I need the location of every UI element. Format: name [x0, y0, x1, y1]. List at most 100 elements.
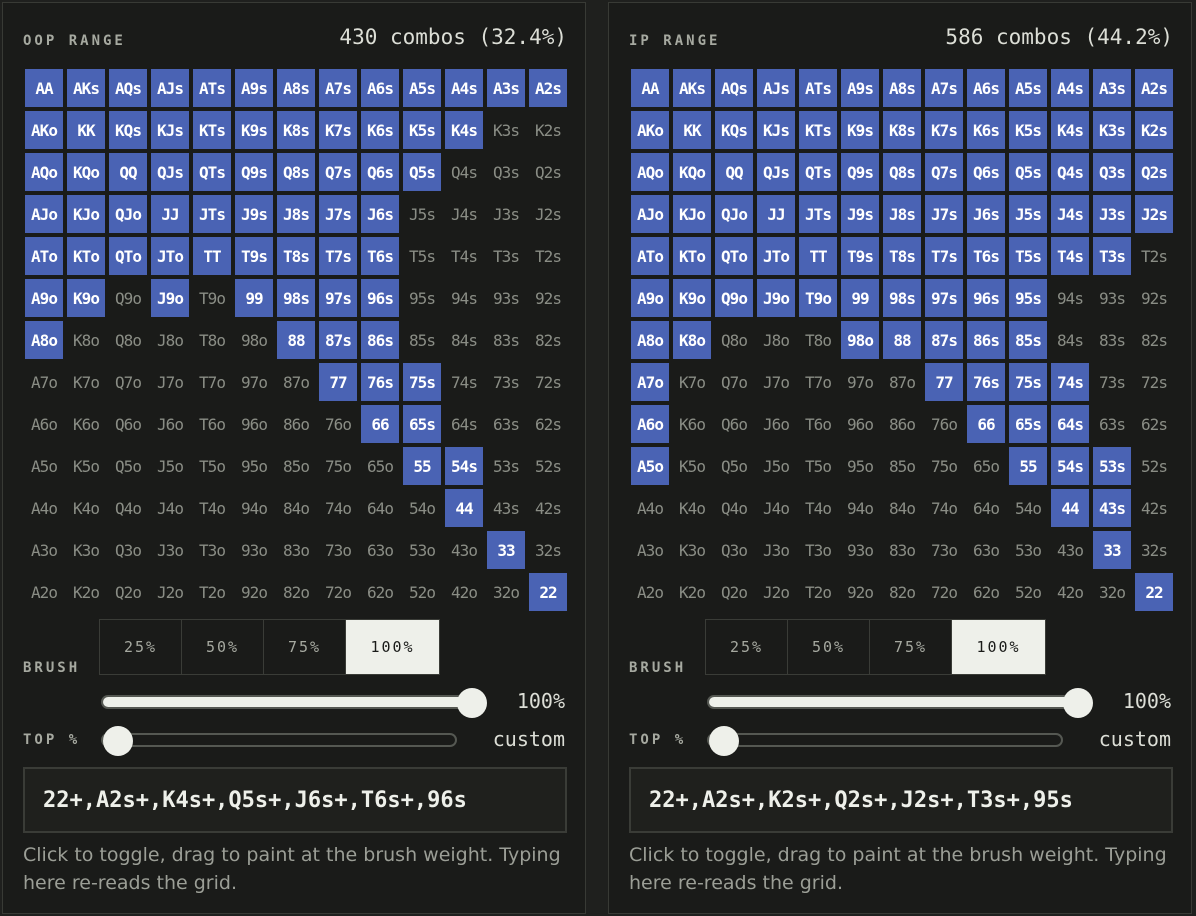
hand-cell-qts[interactable]: QTs: [193, 153, 231, 191]
hand-cell-73s[interactable]: 73s: [487, 363, 525, 401]
hand-cell-98s[interactable]: 98s: [277, 279, 315, 317]
hand-cell-92s[interactable]: 92s: [529, 279, 567, 317]
hand-cell-32s[interactable]: 32s: [529, 531, 567, 569]
hand-cell-a9o[interactable]: A9o: [631, 279, 669, 317]
hand-cell-52s[interactable]: 52s: [1135, 447, 1173, 485]
hand-cell-qts[interactable]: QTs: [799, 153, 837, 191]
hand-cell-kqo[interactable]: KQo: [673, 153, 711, 191]
hand-cell-95o[interactable]: 95o: [235, 447, 273, 485]
hand-cell-52s[interactable]: 52s: [529, 447, 567, 485]
hand-cell-83s[interactable]: 83s: [1093, 321, 1131, 359]
hand-cell-84o[interactable]: 84o: [277, 489, 315, 527]
hand-cell-jts[interactable]: JTs: [799, 195, 837, 233]
hand-cell-76s[interactable]: 76s: [967, 363, 1005, 401]
hand-cell-kqs[interactable]: KQs: [109, 111, 147, 149]
hand-cell-55[interactable]: 55: [403, 447, 441, 485]
hand-cell-t9o[interactable]: T9o: [193, 279, 231, 317]
hand-cell-qto[interactable]: QTo: [109, 237, 147, 275]
hand-cell-a9s[interactable]: A9s: [841, 69, 879, 107]
hand-cell-83s[interactable]: 83s: [487, 321, 525, 359]
hand-cell-kjs[interactable]: KJs: [151, 111, 189, 149]
hand-cell-kto[interactable]: KTo: [673, 237, 711, 275]
hand-cell-44[interactable]: 44: [1051, 489, 1089, 527]
brush-25-button[interactable]: 25%: [100, 620, 182, 674]
hand-cell-43o[interactable]: 43o: [1051, 531, 1089, 569]
hand-cell-a4s[interactable]: A4s: [445, 69, 483, 107]
hand-cell-j9o[interactable]: J9o: [151, 279, 189, 317]
hand-cell-t7s[interactable]: T7s: [925, 237, 963, 275]
hand-cell-a6s[interactable]: A6s: [361, 69, 399, 107]
hand-cell-aqs[interactable]: AQs: [715, 69, 753, 107]
hand-cell-t5o[interactable]: T5o: [193, 447, 231, 485]
hand-cell-32o[interactable]: 32o: [1093, 573, 1131, 611]
hand-cell-42o[interactable]: 42o: [1051, 573, 1089, 611]
hand-cell-a3s[interactable]: A3s: [487, 69, 525, 107]
hand-cell-aqs[interactable]: AQs: [109, 69, 147, 107]
hand-cell-22[interactable]: 22: [1135, 573, 1173, 611]
hand-cell-a7o[interactable]: A7o: [631, 363, 669, 401]
hand-cell-75s[interactable]: 75s: [1009, 363, 1047, 401]
hand-cell-q9o[interactable]: Q9o: [109, 279, 147, 317]
top-percent-slider[interactable]: [101, 726, 457, 756]
hand-cell-84s[interactable]: 84s: [1051, 321, 1089, 359]
hand-cell-t4o[interactable]: T4o: [193, 489, 231, 527]
hand-cell-a3o[interactable]: A3o: [631, 531, 669, 569]
hand-cell-94s[interactable]: 94s: [445, 279, 483, 317]
hand-cell-j6s[interactable]: J6s: [967, 195, 1005, 233]
hand-cell-kjo[interactable]: KJo: [67, 195, 105, 233]
hand-cell-33[interactable]: 33: [487, 531, 525, 569]
hand-cell-92o[interactable]: 92o: [235, 573, 273, 611]
hand-cell-q7o[interactable]: Q7o: [109, 363, 147, 401]
hand-cell-66[interactable]: 66: [361, 405, 399, 443]
hand-cell-62s[interactable]: 62s: [529, 405, 567, 443]
hand-cell-k7s[interactable]: K7s: [925, 111, 963, 149]
hand-cell-j6o[interactable]: J6o: [151, 405, 189, 443]
hand-cell-t3s[interactable]: T3s: [487, 237, 525, 275]
hand-cell-q6o[interactable]: Q6o: [109, 405, 147, 443]
hand-cell-75o[interactable]: 75o: [319, 447, 357, 485]
hand-cell-j6o[interactable]: J6o: [757, 405, 795, 443]
hand-cell-t2o[interactable]: T2o: [799, 573, 837, 611]
hand-cell-64s[interactable]: 64s: [1051, 405, 1089, 443]
hand-cell-a5s[interactable]: A5s: [1009, 69, 1047, 107]
hand-cell-j2o[interactable]: J2o: [757, 573, 795, 611]
hand-cell-73o[interactable]: 73o: [319, 531, 357, 569]
hand-cell-k9o[interactable]: K9o: [673, 279, 711, 317]
hand-cell-t5s[interactable]: T5s: [1009, 237, 1047, 275]
brush-75-button[interactable]: 75%: [870, 620, 952, 674]
hand-cell-72s[interactable]: 72s: [1135, 363, 1173, 401]
hand-cell-62o[interactable]: 62o: [967, 573, 1005, 611]
hand-cell-j5o[interactable]: J5o: [757, 447, 795, 485]
hand-cell-a9s[interactable]: A9s: [235, 69, 273, 107]
hand-cell-ato[interactable]: ATo: [631, 237, 669, 275]
hand-cell-t3o[interactable]: T3o: [193, 531, 231, 569]
hand-cell-kqo[interactable]: KQo: [67, 153, 105, 191]
hand-cell-a9o[interactable]: A9o: [25, 279, 63, 317]
hand-cell-95o[interactable]: 95o: [841, 447, 879, 485]
hand-cell-76s[interactable]: 76s: [361, 363, 399, 401]
hand-cell-87s[interactable]: 87s: [925, 321, 963, 359]
hand-cell-t9s[interactable]: T9s: [841, 237, 879, 275]
hand-cell-a4o[interactable]: A4o: [25, 489, 63, 527]
hand-cell-t7o[interactable]: T7o: [799, 363, 837, 401]
top-percent-slider[interactable]: [707, 726, 1063, 756]
hand-cell-a7o[interactable]: A7o: [25, 363, 63, 401]
hand-cell-q8s[interactable]: Q8s: [883, 153, 921, 191]
hand-cell-97o[interactable]: 97o: [841, 363, 879, 401]
hand-cell-t7o[interactable]: T7o: [193, 363, 231, 401]
hand-cell-j5o[interactable]: J5o: [151, 447, 189, 485]
hand-cell-k3s[interactable]: K3s: [1093, 111, 1131, 149]
hand-cell-33[interactable]: 33: [1093, 531, 1131, 569]
hand-cell-j3o[interactable]: J3o: [151, 531, 189, 569]
hand-cell-k4o[interactable]: K4o: [673, 489, 711, 527]
hand-cell-84s[interactable]: 84s: [445, 321, 483, 359]
hand-cell-k4s[interactable]: K4s: [1051, 111, 1089, 149]
hand-cell-t5o[interactable]: T5o: [799, 447, 837, 485]
hand-cell-88[interactable]: 88: [883, 321, 921, 359]
hand-cell-82s[interactable]: 82s: [529, 321, 567, 359]
brush-100-button[interactable]: 100%: [952, 620, 1045, 674]
hand-cell-84o[interactable]: 84o: [883, 489, 921, 527]
hand-cell-85o[interactable]: 85o: [883, 447, 921, 485]
hand-cell-k6s[interactable]: K6s: [967, 111, 1005, 149]
hand-cell-64o[interactable]: 64o: [967, 489, 1005, 527]
